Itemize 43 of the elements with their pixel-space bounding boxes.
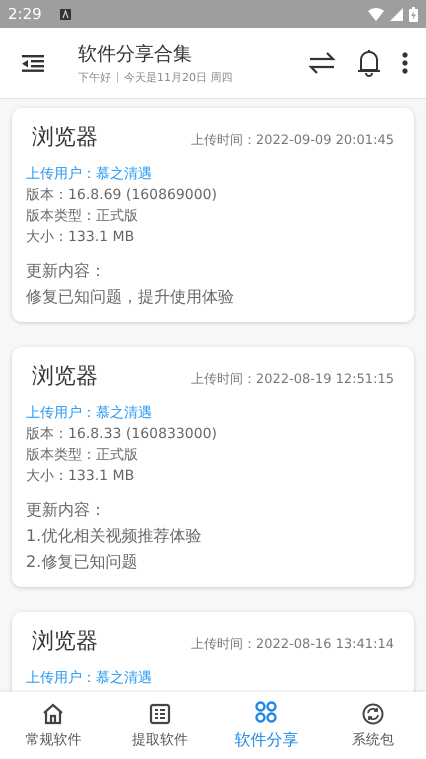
notes-text: 2.修复已知问题: [26, 551, 138, 573]
detail-text: 大小：133.1 MB: [26, 467, 136, 486]
nav-tab[interactable]: 常规软件: [0, 692, 106, 759]
battery-icon: [409, 6, 418, 22]
upload-user: 上传用户：慕之清遇: [26, 165, 153, 184]
upload-time: 上传时间：2022-09-09 20:01:45: [190, 132, 394, 149]
software-card[interactable]: 浏览器 上传时间：2022-08-19 12:51:15 上传用户：慕之清遇 版本：16.8.33 (160833000) 版本类型：正式版 大小：133.1 MB 更新内容： 1.优化相关视频推荐体验 2.修复已知问题: [12, 347, 414, 587]
notes-text: 修复已知问题，提升使用体验: [26, 286, 235, 308]
software-card[interactable]: 浏览器 上传时间：2022-08-16 13:41:14 上传用户：慕之清遇: [12, 612, 414, 692]
list-icon: [148, 702, 171, 724]
notes-text: 1.优化相关视频推荐体验: [26, 525, 202, 547]
app-name: 浏览器: [32, 628, 98, 656]
signal-icon: [390, 8, 403, 20]
upload-user: 上传用户：慕之清遇: [26, 404, 153, 423]
notification-icon: [60, 8, 71, 20]
upload-time: 上传时间：2022-08-16 13:41:14: [190, 636, 394, 653]
app-name: 浏览器: [32, 124, 98, 152]
upload-user: 上传用户：慕之清遇: [26, 669, 153, 688]
app-name: 浏览器: [32, 363, 98, 391]
nav-tab[interactable]: 系统包: [320, 692, 426, 759]
wifi-icon: [368, 8, 384, 20]
detail-text: 版本类型：正式版: [26, 207, 139, 226]
notification-bell-icon[interactable]: [356, 49, 382, 77]
upload-time: 上传时间：2022-08-19 12:51:15: [190, 371, 394, 388]
sync-icon: [362, 702, 384, 724]
nav-tab[interactable]: 软件分享: [213, 692, 320, 759]
page-title: 软件分享合集: [78, 42, 193, 67]
notes-label: 更新内容：: [26, 499, 107, 521]
notes-label: 更新内容：: [26, 260, 107, 282]
detail-text: 版本：16.8.33 (160833000): [26, 425, 218, 444]
menu-icon[interactable]: [22, 54, 44, 72]
greeting: 下午好: [78, 70, 111, 85]
home-icon: [42, 702, 64, 724]
nav-tab[interactable]: 提取软件: [106, 692, 213, 759]
status-time: 2:29: [8, 5, 42, 23]
apps-icon: [254, 700, 278, 724]
more-icon[interactable]: [402, 52, 408, 74]
detail-text: 大小：133.1 MB: [26, 228, 136, 247]
swap-icon[interactable]: [308, 51, 336, 75]
date-text: 今天是11月20日 周四: [124, 70, 232, 85]
detail-text: 版本：16.8.69 (160869000): [26, 186, 218, 205]
software-card[interactable]: 浏览器 上传时间：2022-09-09 20:01:45 上传用户：慕之清遇 版本：16.8.69 (160869000) 版本类型：正式版 大小：133.1 MB 更新内容： 修复已知问题，提升使用体验: [12, 108, 414, 322]
detail-text: 版本类型：正式版: [26, 446, 139, 465]
